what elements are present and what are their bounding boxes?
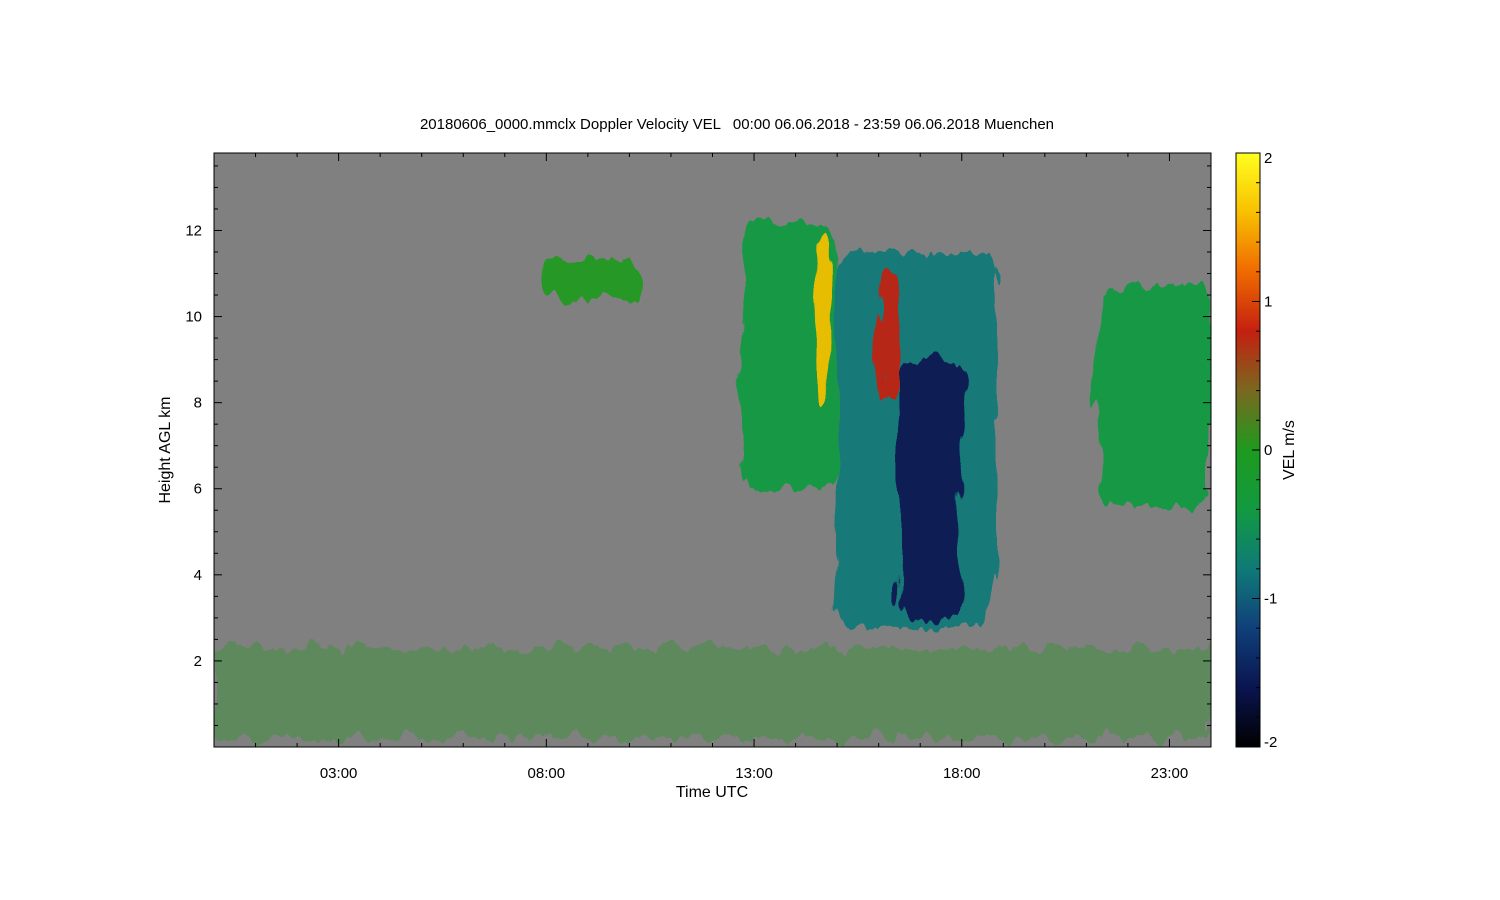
y-tick-label: 2 [194,653,202,670]
x-tick-label: 08:00 [528,765,566,782]
x-axis-title: Time UTC [676,784,748,801]
colorbar-tick-label: -2 [1264,734,1277,751]
colorbar-tick-label: 0 [1264,442,1272,459]
y-tick-label: 8 [194,395,202,412]
y-tick-label: 4 [194,567,202,584]
x-tick-label: 18:00 [943,765,981,782]
x-tick-label: 23:00 [1151,765,1189,782]
x-tick-label: 03:00 [320,765,358,782]
y-tick-label: 10 [185,309,202,326]
y-tick-label: 6 [194,481,202,498]
region-cloud-evening [1098,286,1211,506]
region-fallstreak-yellow [816,230,829,403]
y-axis-title: Height AGL km [157,396,174,503]
colorbar-tick-label: 2 [1264,150,1272,167]
colorbar-tick-label: 1 [1264,294,1272,311]
x-tick-label: 13:00 [735,765,773,782]
colorbar-tick-label: -1 [1264,591,1277,608]
y-tick-label: 12 [185,222,202,239]
chart-svg: 03:00 08:00 13:00 18:00 23:00 24681012 Time … [157,150,1298,801]
region-core-downdraft [899,359,962,618]
region-updraft-red [878,273,900,403]
colorbar-title: VEL m/s [1281,420,1298,480]
region-boundary-layer-echo [214,648,1211,739]
region-cirrus-morning [538,260,642,300]
